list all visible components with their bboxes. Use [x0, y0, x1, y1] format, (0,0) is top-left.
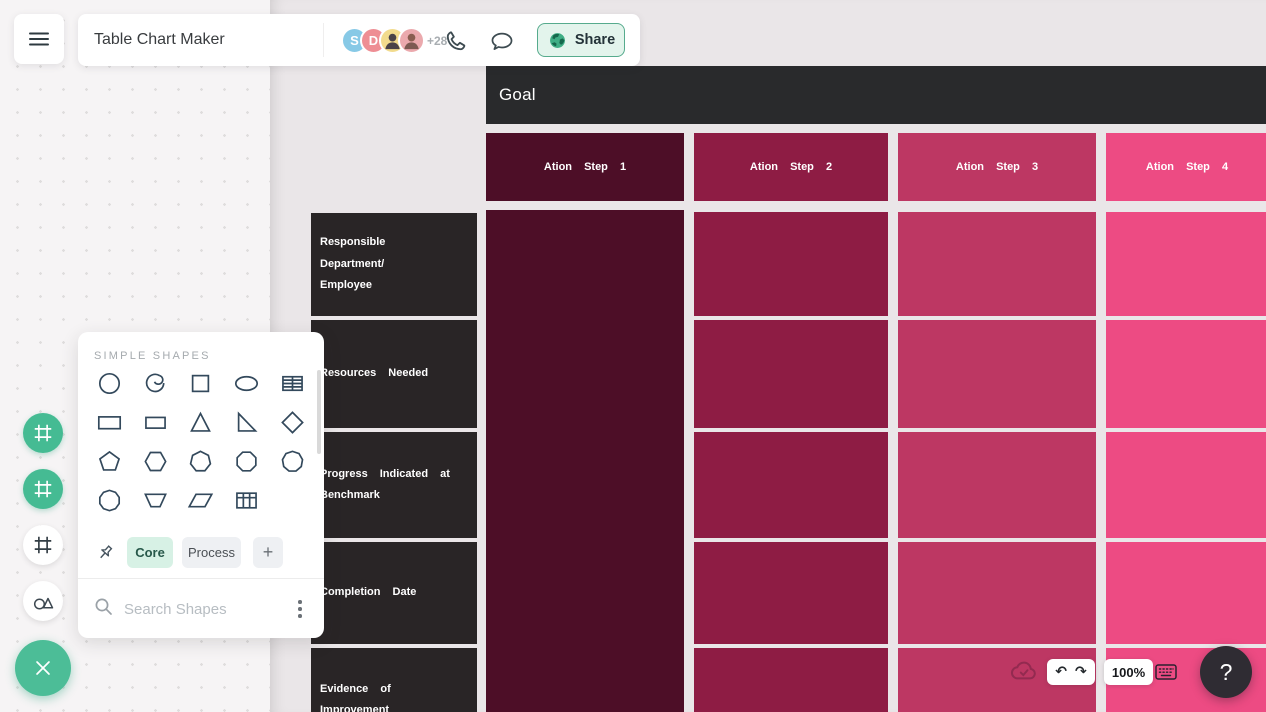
collaborator-avatars[interactable]: S D +28 [341, 27, 447, 54]
table-tool-button-2[interactable] [23, 469, 63, 509]
undo-icon[interactable]: ↶ [1055, 665, 1067, 679]
pin-button[interactable] [91, 539, 119, 567]
frame-tool-button[interactable] [23, 525, 63, 565]
shape-decagon-icon[interactable] [95, 485, 125, 515]
shape-table-columns-icon[interactable] [232, 485, 262, 515]
frame-grid-icon [32, 422, 54, 444]
pushpin-icon [94, 542, 116, 564]
tab-core[interactable]: Core [127, 537, 173, 568]
table-cell[interactable] [1106, 212, 1266, 316]
close-icon [30, 655, 56, 681]
goal-label: Goal [499, 85, 536, 105]
zoom-level-button[interactable]: 100% [1104, 659, 1153, 685]
table-cell[interactable] [1106, 320, 1266, 428]
table-cell[interactable] [1106, 432, 1266, 538]
shape-right-triangle-icon[interactable] [232, 407, 262, 437]
share-button[interactable]: Share [537, 23, 625, 57]
toolbar: Table Chart Maker ▾ S D +28 [78, 14, 640, 66]
shape-rectangle-alt-icon[interactable] [140, 407, 170, 437]
table-tool-button[interactable] [23, 413, 63, 453]
cloud-sync-icon [1008, 656, 1040, 688]
column-header-step4[interactable]: Ation Step 4 [1106, 133, 1266, 201]
frame-grid-icon [32, 534, 54, 556]
table-cell[interactable] [694, 212, 888, 316]
history-controls: ↶ ↷ [1047, 659, 1095, 685]
help-label: ? [1220, 659, 1233, 686]
person-photo-icon [400, 29, 423, 52]
shapes-tool-button[interactable] [23, 581, 63, 621]
shape-swirl-icon[interactable] [140, 368, 170, 398]
main-menu-button[interactable] [14, 14, 64, 64]
row-header-evidence[interactable]: Evidence of Improvement [311, 648, 477, 712]
shape-trapezoid-icon[interactable] [140, 485, 170, 515]
shape-rectangle-icon[interactable] [95, 407, 125, 437]
table-goal-header[interactable]: Goal [486, 66, 1266, 124]
search-icon [92, 595, 116, 619]
globe-icon [547, 30, 568, 51]
shape-ellipse-icon[interactable] [232, 368, 262, 398]
table-cell-col1-merged[interactable] [486, 210, 684, 712]
redo-icon[interactable]: ↷ [1075, 665, 1087, 679]
table-cell[interactable] [1106, 542, 1266, 644]
add-shape-library-button[interactable]: + [253, 537, 283, 568]
app-screen: Goal Ation Step 1 Ation Step 2 Ation Ste… [0, 0, 1266, 712]
table-cell[interactable] [694, 648, 888, 712]
shape-search-bar [78, 578, 324, 638]
shape-library-tabs: Core Process + [78, 537, 324, 569]
call-icon[interactable] [443, 28, 469, 54]
row-header-completion[interactable]: Completion Date [311, 542, 477, 644]
close-panel-button[interactable] [15, 640, 71, 696]
column-header-step3[interactable]: Ation Step 3 [898, 133, 1096, 201]
hamburger-icon [27, 27, 51, 51]
shape-nonagon-icon[interactable] [277, 446, 307, 476]
shapes-section-title: SIMPLE SHAPES [94, 350, 211, 362]
table-cell[interactable] [694, 432, 888, 538]
toolbar-divider [323, 23, 324, 57]
shape-parallelogram-icon[interactable] [186, 485, 216, 515]
shape-triangle-icon[interactable] [186, 407, 216, 437]
table-cell[interactable] [694, 320, 888, 428]
table-cell[interactable] [898, 212, 1096, 316]
column-header-step1[interactable]: Ation Step 1 [486, 133, 684, 201]
table-cell[interactable] [898, 320, 1096, 428]
shapes-panel: SIMPLE SHAPES [78, 332, 324, 638]
table-cell[interactable] [898, 542, 1096, 644]
shape-heptagon-icon[interactable] [186, 446, 216, 476]
shape-hexagon-icon[interactable] [140, 446, 170, 476]
avatar[interactable] [398, 27, 425, 54]
tab-process[interactable]: Process [182, 537, 241, 568]
shape-square-icon[interactable] [186, 368, 216, 398]
row-header-progress[interactable]: Progress Indicated at Benchmark [311, 432, 477, 538]
comment-icon[interactable] [489, 28, 515, 54]
table-cell[interactable] [898, 432, 1096, 538]
shape-octagon-icon[interactable] [232, 446, 262, 476]
document-title: Table Chart Maker [94, 14, 225, 66]
panel-scrollbar[interactable] [317, 370, 321, 454]
help-button[interactable]: ? [1200, 646, 1252, 698]
shape-table-rows-icon[interactable] [277, 368, 307, 398]
frame-grid-icon [32, 478, 54, 500]
shape-diamond-icon[interactable] [277, 407, 307, 437]
search-shapes-input[interactable] [124, 595, 274, 623]
shape-pentagon-icon[interactable] [95, 446, 125, 476]
column-header-step2[interactable]: Ation Step 2 [694, 133, 888, 201]
table-cell[interactable] [694, 542, 888, 644]
keyboard-shortcuts-icon[interactable] [1154, 661, 1178, 683]
more-options-icon[interactable] [290, 579, 310, 639]
row-header-resources[interactable]: Resources Needed [311, 320, 477, 428]
share-label: Share [575, 32, 615, 48]
shape-circle-icon[interactable] [95, 368, 125, 398]
circle-triangle-icon [31, 589, 55, 613]
shape-grid [87, 368, 315, 515]
row-header-responsible[interactable]: Responsible Department/ Employee [311, 213, 477, 316]
